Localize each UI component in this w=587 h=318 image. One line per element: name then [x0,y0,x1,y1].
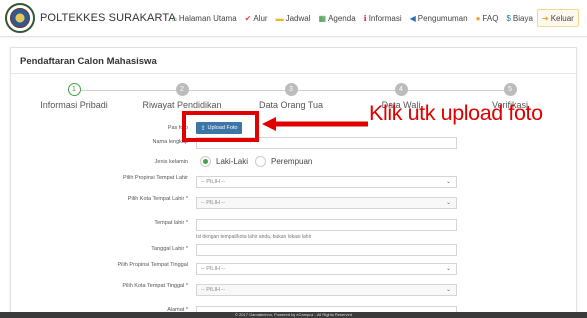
select-value: -- PILIH -- [201,287,226,293]
select-value: -- PILIH -- [201,179,226,185]
propinsi-lahir-label: Pilih Propinsi Tempat Lahir [122,175,188,181]
radio-laki-laki[interactable]: Laki-Laki [200,156,248,167]
annotation-text: Klik utk upload foto [369,101,543,125]
nav-alur[interactable]: ✔ Alur [245,14,268,23]
nav-label: Jadwal [285,13,311,23]
propinsi-lahir-select[interactable]: -- PILIH -- ⌄ [196,176,457,188]
nav-label: Pengumuman [417,13,468,23]
radio-label: Perempuan [271,157,313,166]
nav-agenda[interactable]: ▦ Agenda [319,14,356,23]
radio-unselected-icon [255,156,266,167]
step-label: Riwayat Pendidikan [142,100,222,110]
chevron-down-icon: ⌄ [445,179,451,185]
step-data-orang-tua[interactable]: 3 Data Orang Tua [236,83,346,110]
nav-pengumuman[interactable]: ◀ Pengumuman [410,14,468,23]
nav-label: Agenda [328,13,356,23]
chevron-down-icon: ⌄ [445,200,451,206]
step-label: Informasi Pribadi [40,100,108,110]
step-number: 3 [284,83,298,96]
tempat-lahir-label: Tempat lahir * [154,220,188,226]
dollar-icon: $ [506,13,511,23]
step-number: 4 [394,83,408,96]
nav-label: Alur [253,13,268,23]
nav-faq[interactable]: ● FAQ [476,14,499,23]
tanggal-lahir-label: Tanggal Lahir * [151,246,188,252]
title-divider [11,73,576,74]
logout-icon: ➜ [542,13,549,23]
step-number: 2 [175,83,189,96]
step-number: 5 [503,83,517,96]
logout-button[interactable]: ➜ Keluar [537,9,579,27]
jenis-kelamin-label: Jenis kelamin [154,159,188,165]
tempat-lahir-input[interactable] [196,219,457,231]
nav-informasi[interactable]: ℹ Informasi [364,14,402,23]
check-icon: ✔ [244,13,252,23]
nav-halaman-utama[interactable]: ⌂ Halaman Utama [172,14,237,23]
propinsi-tinggal-label: Pilih Propinsi Tempat Tinggal [117,262,188,268]
kota-lahir-label: Pilih Kota Tempat Lahir * [127,196,188,202]
nav-label: Biaya [512,13,533,23]
upload-highlight-box [182,111,259,142]
nav-biaya[interactable]: $ Biaya [506,14,532,23]
page-title: Pendaftaran Calon Mahasiswa [20,56,157,67]
tempat-lahir-hint: Isi dengan tempat/kota lahir anda, bukan… [196,234,312,240]
step-label: Data Orang Tua [258,100,324,110]
step-number: 1 [67,83,81,96]
kota-tinggal-label: Pilih Kota Tempat Tinggal * [122,283,188,289]
radio-perempuan[interactable]: Perempuan [255,156,312,167]
question-icon: ● [475,13,481,23]
logo-emblem-icon [10,8,30,28]
step-informasi-pribadi[interactable]: 1 Informasi Pribadi [19,83,129,110]
chevron-down-icon: ⌄ [445,287,451,293]
nav-label: Informasi [368,13,402,23]
propinsi-tinggal-select[interactable]: -- PILIH -- ⌄ [196,263,457,275]
tanggal-lahir-input[interactable] [196,244,457,256]
nav-label: FAQ [482,13,499,23]
kota-tinggal-select[interactable]: -- PILIH -- ⌄ [196,284,457,296]
red-arrow-icon [262,117,368,131]
nama-lengkap-label: Nama lengkap [152,139,188,145]
brand-name[interactable]: POLTEKKES SURAKARTA [40,12,176,24]
select-value: -- PILIH -- [201,266,226,272]
logo[interactable] [5,3,35,33]
chevron-down-icon: ⌄ [445,266,451,272]
calendar-icon: ▦ [318,13,327,23]
step-riwayat-pendidikan[interactable]: 2 Riwayat Pendidikan [127,83,237,110]
registration-card: Pendaftaran Calon Mahasiswa 1 Informasi … [10,47,577,318]
nav-jadwal[interactable]: ▬ Jadwal [276,14,311,23]
main-nav: ⌂ Halaman Utama ✔ Alur ▬ Jadwal ▦ Agenda… [172,9,579,27]
radio-label: Laki-Laki [216,157,249,166]
top-navbar: POLTEKKES SURAKARTA ⌂ Halaman Utama ✔ Al… [0,0,587,37]
kota-lahir-select[interactable]: -- PILIH -- ⌄ [196,197,457,209]
nav-label: Keluar [550,13,574,23]
pas-foto-label: Pas foto [167,125,188,131]
nav-label: Halaman Utama [178,13,237,23]
megaphone-icon: ◀ [409,13,416,23]
radio-selected-icon [200,156,211,167]
footer: © 2017 Gamatechno, Powered by eCampuz - … [0,312,587,318]
select-value: -- PILIH -- [201,200,226,206]
home-icon: ⌂ [172,13,177,23]
folder-icon: ▬ [275,13,284,23]
info-icon: ℹ [363,13,367,23]
